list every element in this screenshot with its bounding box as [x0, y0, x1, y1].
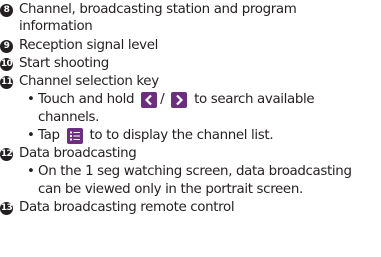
sub-item-oneseg: • On the 1 seg watching screen, data bro…: [27, 164, 352, 181]
item-text-cont: information: [19, 19, 93, 34]
bullet: •: [27, 92, 35, 107]
sub-text-cont: can be viewed only in the portrait scree…: [38, 182, 303, 197]
sub-item-touch-hold: • Touch and hold / to search available: [27, 92, 315, 109]
item-text: Reception signal level: [19, 38, 158, 53]
sub-text-cont: channels.: [38, 110, 100, 125]
slash-text: /: [160, 92, 165, 107]
sub-text: On the 1 seg watching screen, data broad…: [38, 164, 352, 179]
sub-text: Tap: [38, 128, 60, 143]
sub-text: to search available: [194, 92, 315, 107]
bullet: •: [27, 128, 35, 143]
item-number: 9: [0, 39, 13, 53]
item-text: Data broadcasting: [19, 146, 137, 161]
item-11: 11 Channel selection key: [0, 74, 159, 91]
item-number: 13: [0, 201, 13, 215]
item-8: 8 Channel, broadcasting station and prog…: [0, 2, 297, 19]
item-text: Start shooting: [19, 56, 109, 71]
item-12: 12 Data broadcasting: [0, 146, 137, 163]
item-13: 13 Data broadcasting remote control: [0, 200, 235, 217]
sub-text: Touch and hold: [38, 92, 135, 107]
item-text: Channel selection key: [19, 74, 159, 89]
manual-page: 8 Channel, broadcasting station and prog…: [0, 0, 381, 257]
item-number: 12: [0, 147, 13, 161]
item-number: 10: [0, 57, 13, 71]
item-number: 8: [0, 3, 13, 17]
chevron-right-icon: [171, 92, 188, 108]
item-10: 10 Start shooting: [0, 56, 109, 73]
sub-text: to to display the channel list.: [89, 128, 274, 143]
item-text: Data broadcasting remote control: [19, 200, 235, 215]
sub-item-tap: • Tap to to display the channel list.: [27, 128, 274, 145]
chevron-left-icon: [141, 92, 158, 108]
item-text: Channel, broadcasting station and progra…: [19, 2, 297, 17]
item-9: 9 Reception signal level: [0, 38, 158, 55]
bullet: •: [27, 164, 35, 179]
channel-list-icon: [66, 128, 83, 144]
item-number: 11: [0, 75, 13, 89]
